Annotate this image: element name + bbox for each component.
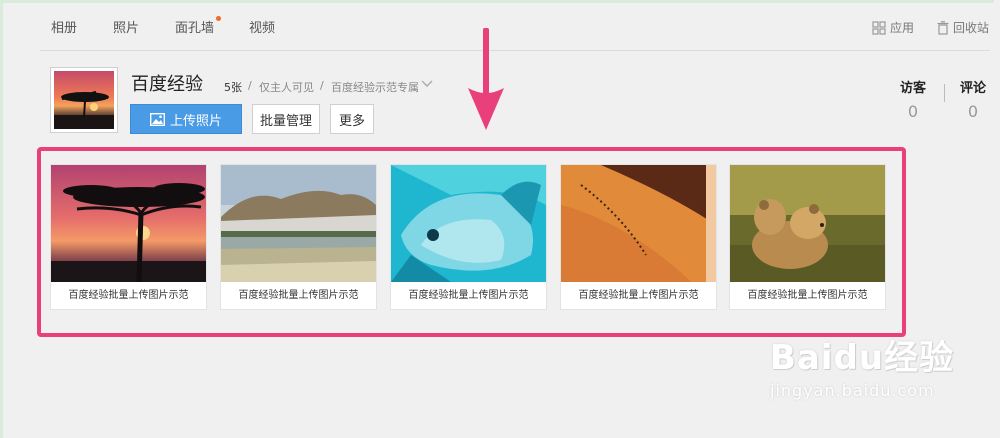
album-cover-image bbox=[54, 71, 114, 129]
batch-manage-button[interactable]: 批量管理 bbox=[252, 104, 320, 134]
comments-label: 评论 bbox=[960, 81, 987, 96]
photo-card[interactable]: 百度经验批量上传图片示范 bbox=[220, 164, 377, 310]
comments-count: 0 bbox=[967, 102, 979, 121]
visitors-label: 访客 bbox=[900, 81, 927, 96]
upload-photos-label: 上传照片 bbox=[169, 113, 222, 129]
tab-albums[interactable]: 相册 bbox=[51, 17, 77, 36]
watermark-url: jingyan.baidu.com bbox=[770, 381, 935, 400]
photo-thumbnail bbox=[51, 165, 206, 282]
photo-card[interactable]: 百度经验批量上传图片示范 bbox=[50, 164, 207, 310]
tab-face-wall[interactable]: 面孔墙 bbox=[175, 17, 214, 36]
recycle-bin-label: 回收站 bbox=[953, 21, 990, 35]
tab-videos[interactable]: 视频 bbox=[249, 17, 275, 36]
photo-thumbnail bbox=[730, 165, 885, 282]
apps-label: 应用 bbox=[890, 21, 915, 35]
recycle-bin-link[interactable]: 回收站 bbox=[937, 19, 989, 36]
chevron-down-icon[interactable] bbox=[421, 78, 433, 91]
nav-divider bbox=[40, 50, 990, 51]
photo-caption: 百度经验批量上传图片示范 bbox=[408, 290, 529, 301]
visitors-count: 0 bbox=[907, 102, 919, 121]
more-button[interactable]: 更多 bbox=[330, 104, 374, 134]
meta-separator: / bbox=[248, 79, 252, 92]
album-title: 百度经验 bbox=[131, 74, 203, 95]
tab-photos[interactable]: 照片 bbox=[113, 17, 139, 36]
photo-card[interactable]: 百度经验批量上传图片示范 bbox=[560, 164, 717, 310]
apps-grid-icon bbox=[872, 20, 886, 35]
meta-separator: / bbox=[320, 79, 324, 92]
photo-thumbnail bbox=[561, 165, 716, 282]
album-cover[interactable] bbox=[50, 67, 118, 133]
stats-divider bbox=[944, 84, 945, 102]
comments-stat[interactable]: 评论 0 bbox=[960, 77, 986, 121]
photo-caption: 百度经验批量上传图片示范 bbox=[747, 290, 868, 301]
visibility-label[interactable]: 仅主人可见 bbox=[259, 79, 314, 95]
photo-count: 5张 bbox=[224, 81, 242, 94]
apps-link[interactable]: 应用 bbox=[872, 19, 914, 36]
photo-card[interactable]: 百度经验批量上传图片示范 bbox=[729, 164, 886, 310]
photo-caption: 百度经验批量上传图片示范 bbox=[578, 290, 699, 301]
upload-image-icon bbox=[149, 112, 165, 126]
photo-thumbnail bbox=[221, 165, 376, 282]
visitors-stat[interactable]: 访客 0 bbox=[900, 77, 926, 121]
photo-caption: 百度经验批量上传图片示范 bbox=[238, 290, 359, 301]
trash-icon bbox=[937, 20, 949, 35]
annotation-arrow-icon bbox=[468, 28, 504, 130]
upload-photos-button[interactable]: 上传照片 bbox=[130, 104, 242, 134]
category-label[interactable]: 百度经验示范专属 bbox=[331, 79, 419, 95]
photo-card[interactable]: 百度经验批量上传图片示范 bbox=[390, 164, 547, 310]
watermark-logo: Baidu经验 bbox=[770, 338, 955, 378]
baidu-jingyan-watermark: Baidu经验 jingyan.baidu.com bbox=[770, 330, 954, 400]
new-badge-dot bbox=[216, 16, 221, 21]
photo-caption: 百度经验批量上传图片示范 bbox=[68, 290, 189, 301]
photo-thumbnail bbox=[391, 165, 546, 282]
